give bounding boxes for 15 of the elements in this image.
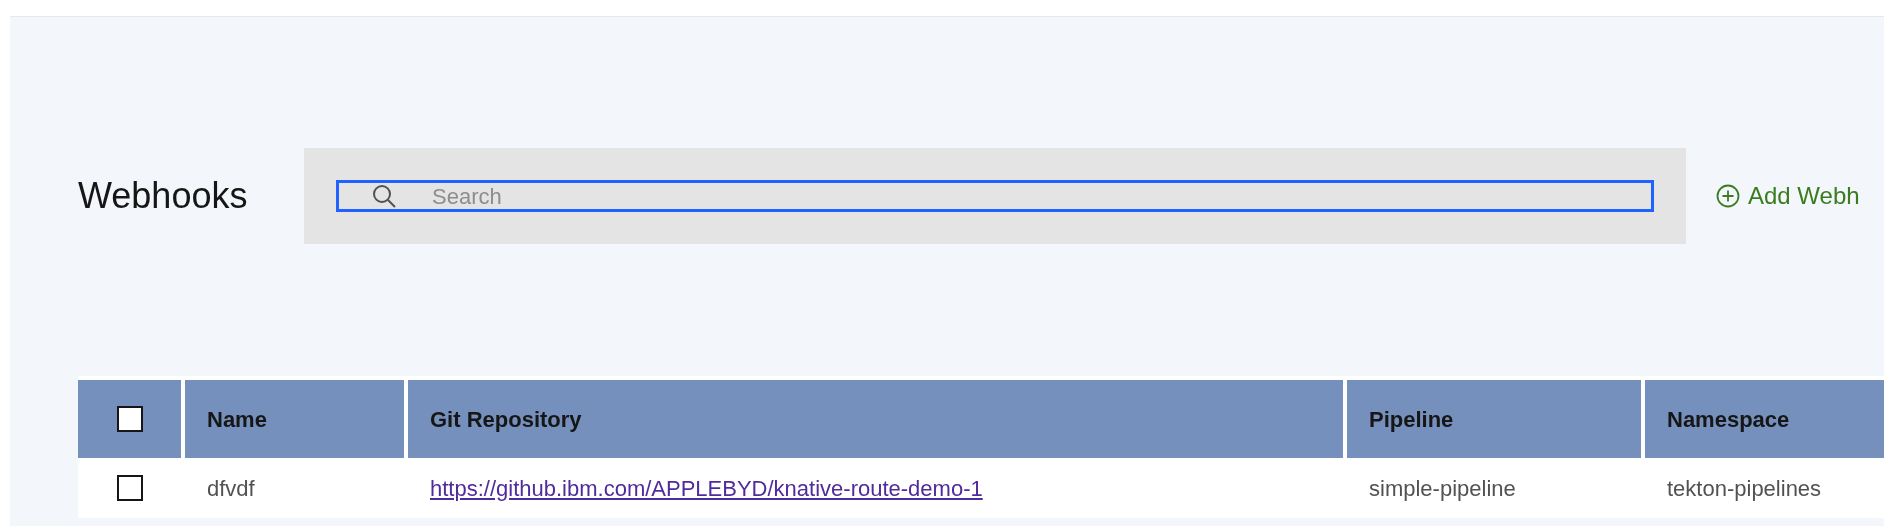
add-webhook-button[interactable]: Add Webh	[1716, 178, 1860, 214]
table-cell-text: simple-pipeline	[1369, 475, 1516, 501]
page-title: Webhooks	[78, 174, 249, 218]
repository-link[interactable]: https://github.ibm.com/APPLEBYD/knative-route-demo-1	[430, 475, 983, 501]
column-header: Git Repository	[408, 380, 1343, 458]
checkbox[interactable]	[116, 475, 143, 501]
table-cell-text: tekton-pipelines	[1667, 475, 1822, 501]
plus-circle-icon	[1716, 184, 1740, 208]
search-field[interactable]: Search	[336, 180, 1654, 212]
column-header: Pipeline	[1347, 380, 1641, 458]
column-header: Namespace	[1645, 380, 1884, 458]
checkbox[interactable]	[116, 406, 143, 432]
search-icon	[371, 183, 397, 209]
column-header: Name	[185, 380, 404, 458]
table-cell-text: dfvdf	[207, 475, 255, 501]
